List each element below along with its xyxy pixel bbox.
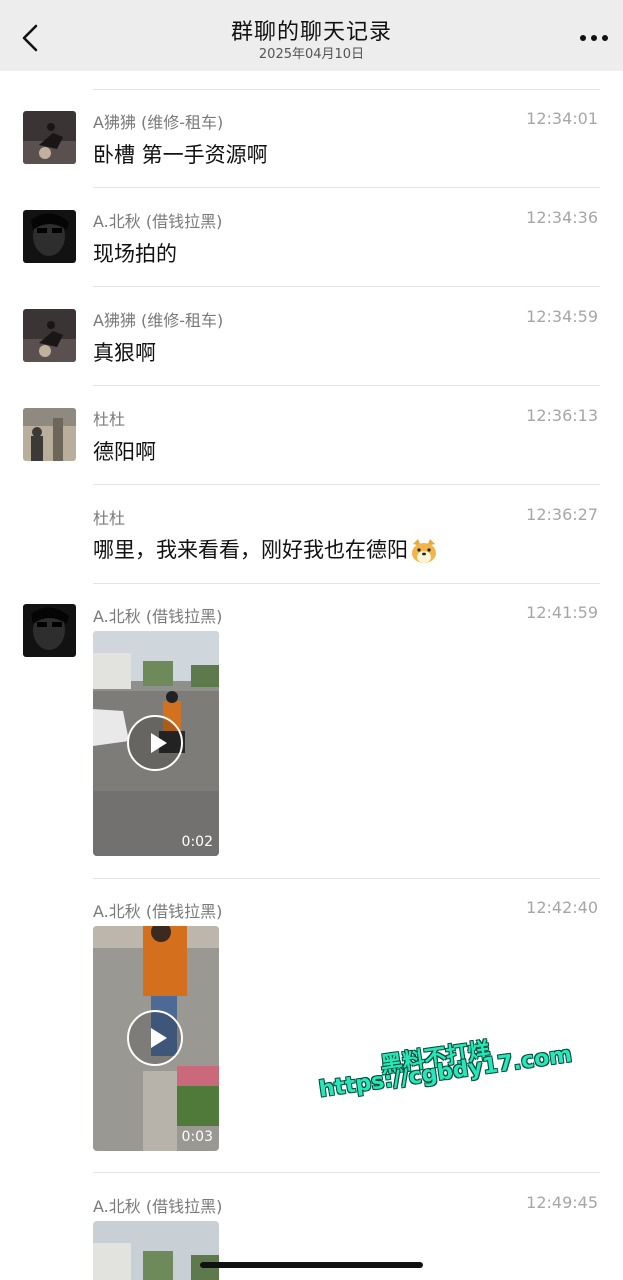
divider <box>93 878 600 879</box>
sender-name: A.北秋 (借钱拉黑) <box>93 212 223 231</box>
sender-name: 杜杜 <box>93 509 126 528</box>
message-time: 12:49:45 <box>526 1193 598 1212</box>
avatar-feifei[interactable] <box>23 309 76 362</box>
video-duration: 0:02 <box>181 834 213 850</box>
message-text: 现场拍的 <box>93 242 177 266</box>
message-text: 德阳啊 <box>93 440 156 464</box>
message-text: 真狠啊 <box>93 341 156 365</box>
sender-name: A.北秋 (借钱拉黑) <box>93 1197 223 1216</box>
message-text: 哪里，我来看看，刚好我也在德阳 <box>93 534 438 564</box>
avatar-beiqiu[interactable] <box>23 604 76 657</box>
message-time: 12:36:13 <box>526 406 598 425</box>
video-thumbnail[interactable]: 0:03 <box>93 926 219 1151</box>
page-date: 2025年04月10日 <box>258 47 365 62</box>
page-title: 群聊的聊天记录 <box>230 20 392 45</box>
video-duration: 0:03 <box>181 1129 213 1145</box>
sender-name: A狒狒 (维修-租车) <box>93 311 224 330</box>
message-time: 12:42:40 <box>526 898 598 917</box>
divider <box>93 89 600 90</box>
video-thumbnail[interactable]: 0:02 <box>93 631 219 856</box>
more-button[interactable] <box>577 22 611 54</box>
divider <box>93 1172 600 1173</box>
sender-name: A.北秋 (借钱拉黑) <box>93 607 223 626</box>
message-text-body: 哪里，我来看看，刚好我也在德阳 <box>93 538 408 562</box>
play-icon[interactable] <box>127 715 183 771</box>
more-dots-icon <box>580 35 608 41</box>
video-frame <box>93 1221 219 1280</box>
avatar-beiqiu[interactable] <box>23 210 76 263</box>
avatar-feifei[interactable] <box>23 111 76 164</box>
avatar-dudu[interactable] <box>23 408 76 461</box>
sender-name: A.北秋 (借钱拉黑) <box>93 902 223 921</box>
sender-name: 杜杜 <box>93 410 126 429</box>
message-time: 12:34:36 <box>526 208 598 227</box>
message-time: 12:34:01 <box>526 109 598 128</box>
chat-header: 群聊的聊天记录 2025年04月10日 <box>0 0 623 71</box>
message-time: 12:41:59 <box>526 603 598 622</box>
video-thumbnail[interactable] <box>93 1221 219 1280</box>
divider <box>93 484 600 485</box>
divider <box>93 385 600 386</box>
dog-emoji-icon <box>412 539 436 563</box>
sender-name: A狒狒 (维修-租车) <box>93 113 224 132</box>
play-icon[interactable] <box>127 1010 183 1066</box>
divider <box>93 187 600 188</box>
message-time: 12:34:59 <box>526 307 598 326</box>
divider <box>93 286 600 287</box>
divider <box>93 583 600 584</box>
message-time: 12:36:27 <box>526 505 598 524</box>
home-indicator[interactable] <box>200 1262 423 1268</box>
message-text: 卧槽 第一手资源啊 <box>93 143 268 167</box>
